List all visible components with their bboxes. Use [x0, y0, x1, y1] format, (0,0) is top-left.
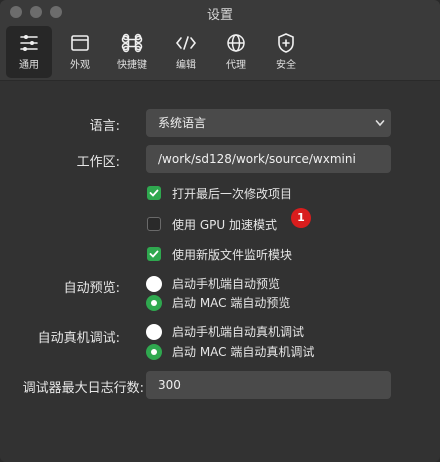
window-title: 设置: [206, 8, 233, 23]
checkmark-icon: [149, 189, 159, 197]
debug-mobile-radio[interactable]: [146, 324, 162, 340]
new-file-watcher-label: 使用新版文件监听模块: [172, 248, 293, 262]
preview-mac-radio[interactable]: [146, 295, 162, 311]
max-log-lines-input[interactable]: 300: [146, 371, 391, 399]
window-icon: [71, 35, 89, 51]
tab-label: 代理: [226, 60, 246, 71]
tab-proxy[interactable]: 代理: [213, 26, 259, 78]
tab-label: 外观: [70, 60, 90, 71]
gpu-acceleration-label: 使用 GPU 加速模式: [172, 218, 277, 232]
code-icon: [175, 36, 197, 50]
language-select[interactable]: 系统语言: [146, 109, 391, 137]
checkmark-icon: [149, 250, 159, 258]
auto-preview-label: 自动预览:: [63, 281, 120, 296]
tab-general[interactable]: 通用: [6, 26, 52, 78]
tab-appearance[interactable]: 外观: [57, 26, 103, 78]
debug-mac-radio[interactable]: [146, 344, 162, 360]
preview-mac-label: 启动 MAC 端自动预览: [172, 296, 291, 310]
tab-label: 通用: [19, 60, 39, 71]
command-icon: [121, 33, 143, 53]
workspace-label: 工作区:: [76, 155, 120, 170]
settings-toolbar: 通用 外观 快捷键 编辑 代理 安全: [0, 24, 440, 81]
max-log-lines-label: 调试器最大日志行数:: [22, 381, 144, 396]
tab-label: 编辑: [176, 60, 196, 71]
preview-mobile-radio[interactable]: [146, 276, 162, 292]
gpu-acceleration-checkbox[interactable]: [147, 217, 161, 231]
shield-icon: [278, 33, 294, 53]
tab-editor[interactable]: 编辑: [163, 26, 209, 78]
globe-icon: [227, 34, 245, 52]
open-last-project-checkbox[interactable]: [147, 186, 161, 200]
debug-mac-label: 启动 MAC 端自动真机调试: [172, 345, 315, 359]
debug-mobile-label: 启动手机端自动真机调试: [172, 325, 305, 339]
chevron-down-icon: [375, 120, 385, 127]
preview-mobile-label: 启动手机端自动预览: [172, 277, 281, 291]
title-bar: 设置: [0, 0, 440, 24]
open-last-project-label: 打开最后一次修改项目: [172, 187, 293, 201]
auto-debug-label: 自动真机调试:: [37, 331, 120, 346]
new-file-watcher-checkbox[interactable]: [147, 247, 161, 261]
sliders-icon: [20, 35, 38, 51]
language-value: 系统语言: [158, 116, 207, 130]
workspace-path-field[interactable]: /work/sd128/work/source/wxmini: [146, 145, 391, 173]
tab-label: 安全: [276, 60, 296, 71]
tab-label: 快捷键: [117, 60, 147, 71]
general-settings-panel: 语言: 系统语言 工作区: /work/sd128/work/source/wx…: [0, 81, 440, 462]
language-label: 语言:: [89, 119, 120, 134]
tab-shortcuts[interactable]: 快捷键: [109, 26, 155, 78]
annotation-badge: 1: [291, 208, 311, 228]
tab-security[interactable]: 安全: [263, 26, 309, 78]
settings-window: 设置 通用 外观 快捷键 编辑 代理 安全 语言: 系统语言 工作区: /wor…: [0, 0, 440, 462]
